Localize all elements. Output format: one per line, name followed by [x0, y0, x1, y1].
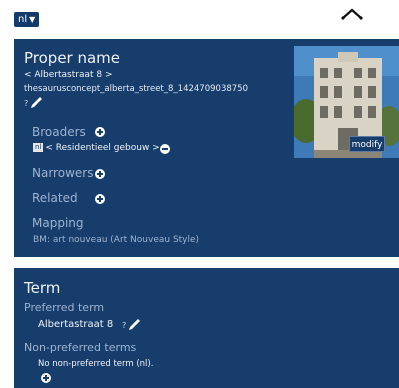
- nonpreferred-terms-label: Non-preferred terms: [24, 341, 137, 354]
- nonpreferred-terms-empty: No non-preferred term (nl).: [38, 359, 154, 369]
- add-nonpreferred-term-icon[interactable]: [41, 373, 51, 383]
- language-select-value: nl: [18, 14, 28, 25]
- mapping-link[interactable]: BM: art nouveau (Art Nouveau Style): [33, 235, 199, 245]
- edit-pencil-icon[interactable]: ?: [24, 96, 44, 110]
- concept-panel: Proper name < Albertastraat 8 > thesauru…: [14, 39, 399, 257]
- proper-name-heading: Proper name: [24, 49, 121, 67]
- broader-language-badge: nl: [33, 143, 44, 152]
- edit-pencil-icon[interactable]: ?: [122, 318, 142, 332]
- add-narrower-icon[interactable]: [95, 169, 105, 179]
- narrowers-label: Narrowers: [32, 166, 94, 180]
- modify-image-button[interactable]: modify: [349, 136, 385, 152]
- broader-link[interactable]: < Residentieel gebouw >: [45, 143, 159, 153]
- broader-item: nl < Residentieel gebouw >: [33, 143, 160, 153]
- svg-text:?: ?: [24, 99, 28, 108]
- broaders-label: Broaders: [32, 125, 86, 139]
- add-broader-icon[interactable]: [95, 127, 105, 137]
- related-label: Related: [32, 191, 78, 205]
- svg-text:?: ?: [122, 321, 126, 330]
- language-select[interactable]: nl ▼: [14, 12, 40, 27]
- caret-down-icon: ▼: [29, 15, 36, 24]
- chevron-up-icon[interactable]: [340, 6, 364, 20]
- preferred-term-value: Albertastraat 8: [38, 319, 114, 330]
- preferred-term-label: Preferred term: [24, 301, 105, 314]
- concept-id: thesaurusconcept_alberta_street_8_142470…: [24, 84, 248, 94]
- concept-label-line: < Albertastraat 8 >: [24, 70, 113, 80]
- mapping-label: Mapping: [32, 216, 84, 230]
- term-heading: Term: [24, 279, 61, 297]
- add-related-icon[interactable]: [95, 194, 105, 204]
- term-panel: Term Preferred term Albertastraat 8 ? No…: [14, 268, 399, 388]
- remove-broader-icon[interactable]: [160, 144, 170, 154]
